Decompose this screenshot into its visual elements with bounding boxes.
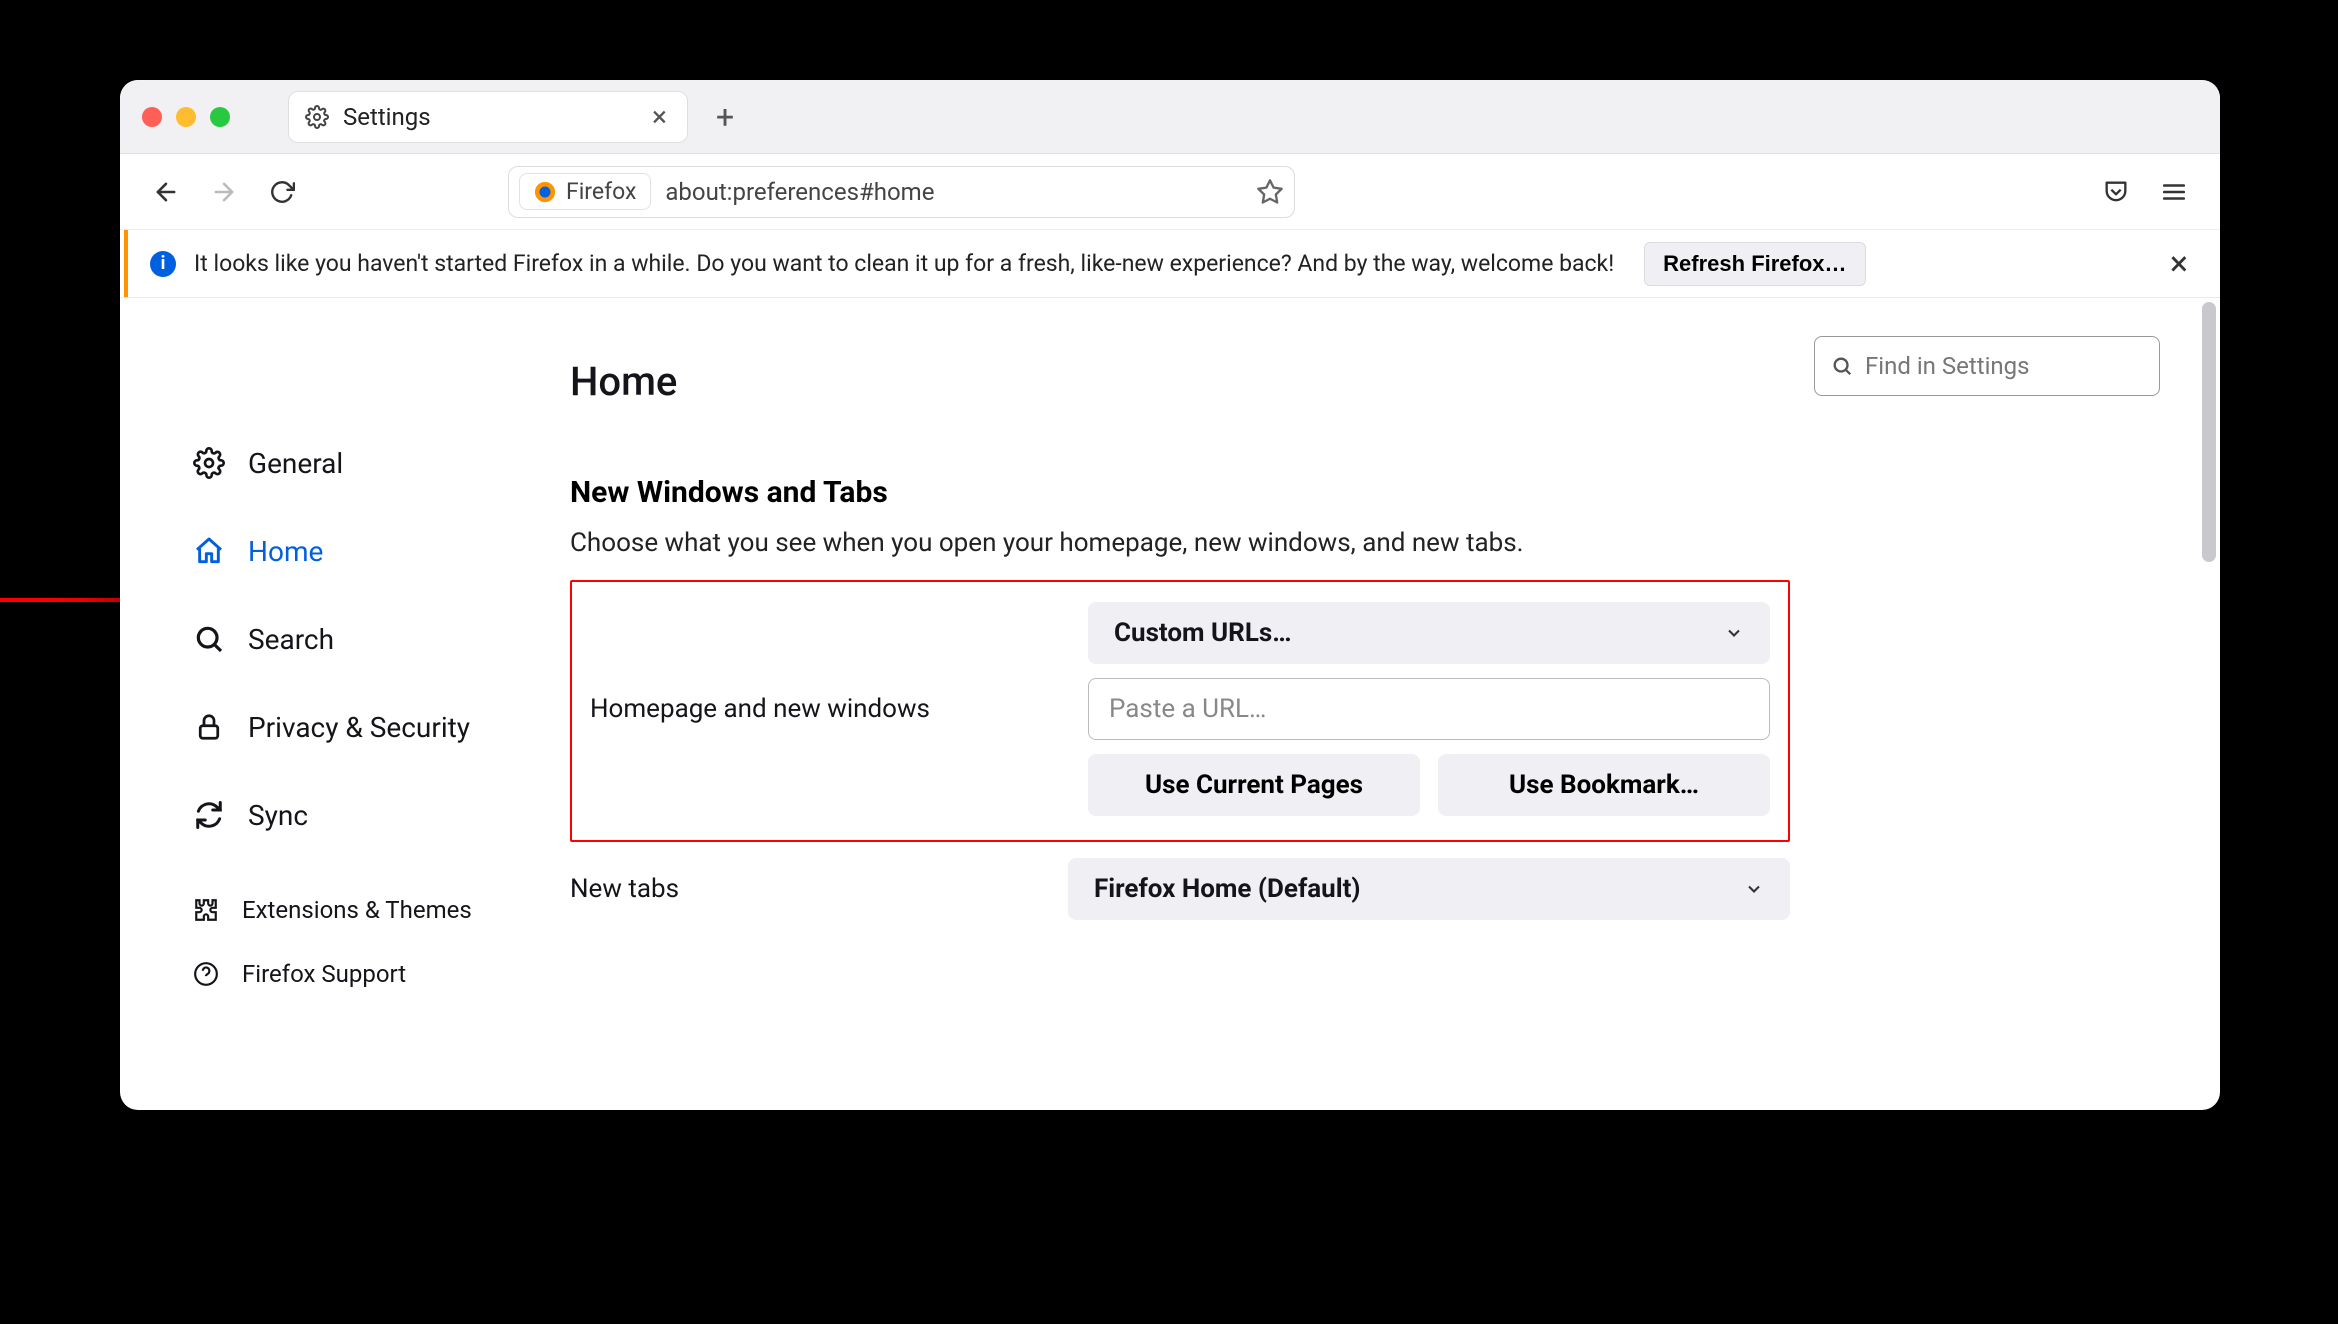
nav-toolbar: Firefox about:preferences#home: [120, 154, 2220, 230]
sidebar-item-sync[interactable]: Sync: [180, 780, 530, 850]
search-icon: [192, 622, 226, 656]
homepage-url-input[interactable]: Paste a URL…: [1088, 678, 1770, 740]
sidebar-item-label: Extensions & Themes: [242, 896, 472, 924]
sidebar-item-label: Privacy & Security: [248, 711, 470, 744]
sidebar-item-privacy[interactable]: Privacy & Security: [180, 692, 530, 762]
settings-sidebar: General Home Search Privacy & Security: [120, 298, 550, 1110]
tab-settings[interactable]: Settings ×: [288, 91, 688, 143]
close-window[interactable]: [142, 107, 162, 127]
bookmark-star-icon[interactable]: [1256, 178, 1284, 206]
new-tab-button[interactable]: +: [706, 98, 744, 136]
homepage-mode-dropdown[interactable]: Custom URLs…: [1088, 602, 1770, 664]
infobar-message: It looks like you haven't started Firefo…: [194, 250, 1614, 277]
newtabs-label: New tabs: [570, 874, 1040, 904]
identity-pill[interactable]: Firefox: [519, 173, 651, 210]
tab-close-icon[interactable]: ×: [648, 100, 671, 133]
refresh-infobar: i It looks like you haven't started Fire…: [120, 230, 2220, 298]
page-title: Home: [570, 358, 1790, 405]
settings-main: Home New Windows and Tabs Choose what yo…: [550, 298, 1870, 1110]
sidebar-item-support[interactable]: Firefox Support: [180, 946, 530, 1002]
pocket-button[interactable]: [2096, 172, 2136, 212]
section-description: Choose what you see when you open your h…: [570, 528, 1790, 558]
scrollbar[interactable]: [2202, 302, 2216, 562]
infobar-close-icon[interactable]: ×: [2164, 244, 2194, 284]
home-icon: [192, 534, 226, 568]
settings-search-input[interactable]: Find in Settings: [1814, 336, 2160, 396]
sync-icon: [192, 798, 226, 832]
sidebar-item-general[interactable]: General: [180, 428, 530, 498]
search-icon: [1831, 355, 1853, 377]
url-text: about:preferences#home: [665, 178, 934, 206]
tab-title: Settings: [343, 103, 431, 131]
identity-label: Firefox: [566, 178, 636, 205]
lock-icon: [192, 710, 226, 744]
sidebar-item-label: General: [248, 447, 343, 480]
dropdown-value: Firefox Home (Default): [1094, 874, 1361, 904]
zoom-window[interactable]: [210, 107, 230, 127]
url-bar[interactable]: Firefox about:preferences#home: [508, 166, 1295, 218]
dropdown-value: Custom URLs…: [1114, 618, 1292, 648]
firefox-icon: [534, 181, 556, 203]
sidebar-item-home[interactable]: Home: [180, 516, 530, 586]
sidebar-item-extensions[interactable]: Extensions & Themes: [180, 882, 530, 938]
homepage-label: Homepage and new windows: [590, 694, 1060, 724]
help-icon: [192, 960, 220, 988]
sidebar-item-label: Sync: [248, 799, 308, 832]
gear-icon: [192, 446, 226, 480]
homepage-group-highlight: Custom URLs… Homepage and new windows Pa…: [570, 580, 1790, 842]
reload-button[interactable]: [262, 172, 302, 212]
settings-content: Find in Settings General Home S: [120, 298, 2220, 1110]
chevron-down-icon: [1744, 879, 1764, 899]
puzzle-icon: [192, 896, 220, 924]
sidebar-item-search[interactable]: Search: [180, 604, 530, 674]
search-placeholder: Find in Settings: [1865, 352, 2030, 380]
back-button[interactable]: [146, 172, 186, 212]
info-icon: i: [150, 251, 176, 277]
browser-window: Settings × + Firefox about:preferences#h…: [120, 80, 2220, 1110]
window-controls: [142, 107, 230, 127]
app-menu-button[interactable]: [2154, 172, 2194, 212]
sidebar-item-label: Search: [248, 623, 334, 656]
input-placeholder: Paste a URL…: [1109, 694, 1266, 724]
minimize-window[interactable]: [176, 107, 196, 127]
sidebar-item-label: Firefox Support: [242, 960, 406, 988]
refresh-firefox-button[interactable]: Refresh Firefox…: [1644, 242, 1865, 286]
section-title: New Windows and Tabs: [570, 475, 1790, 510]
tab-strip: Settings × +: [120, 80, 2220, 154]
sidebar-item-label: Home: [248, 535, 323, 568]
use-bookmark-button[interactable]: Use Bookmark…: [1438, 754, 1770, 816]
newtabs-dropdown[interactable]: Firefox Home (Default): [1068, 858, 1790, 920]
chevron-down-icon: [1724, 623, 1744, 643]
gear-icon: [305, 105, 329, 129]
use-current-pages-button[interactable]: Use Current Pages: [1088, 754, 1420, 816]
forward-button[interactable]: [204, 172, 244, 212]
